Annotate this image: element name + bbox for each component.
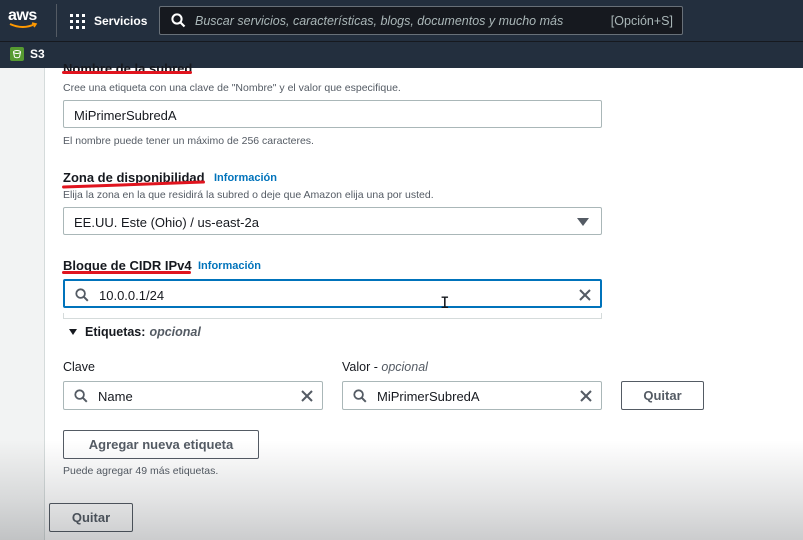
global-search-placeholder: Buscar servicios, características, blogs…: [195, 14, 564, 28]
global-search-input[interactable]: Buscar servicios, características, blogs…: [159, 6, 683, 35]
tag-value-input[interactable]: MiPrimerSubredA: [342, 381, 602, 410]
clear-icon[interactable]: [579, 389, 593, 408]
clear-icon[interactable]: [578, 288, 592, 307]
subnet-name-hint: El nombre puede tener un máximo de 256 c…: [63, 135, 314, 147]
subnet-name-input[interactable]: MiPrimerSubredA: [63, 100, 602, 128]
tag-value-column-label: Valor - opcional: [342, 360, 428, 374]
cidr-block-info-link[interactable]: Información: [198, 260, 261, 272]
favorite-s3[interactable]: S3: [10, 47, 45, 61]
autosuggest-dropdown: [63, 313, 602, 319]
cidr-block-value: 10.0.0.1/24: [99, 288, 165, 303]
tag-key-column-label: Clave: [63, 360, 95, 374]
subnet-name-description: Cree una etiqueta con una clave de "Nomb…: [63, 82, 401, 94]
annotation-underline: [62, 271, 191, 274]
services-grid-icon: [70, 13, 85, 29]
tags-expander-label: Etiquetas:: [85, 325, 146, 339]
create-subnet-panel: Nombre de la subred Cree una etiqueta co…: [44, 61, 803, 540]
aws-logo[interactable]: aws: [8, 8, 42, 34]
search-icon: [353, 389, 367, 408]
clear-icon[interactable]: [300, 389, 314, 408]
tags-expander[interactable]: Etiquetas: opcional: [69, 325, 201, 339]
search-icon: [75, 288, 89, 307]
availability-zone-selected: EE.UU. Este (Ohio) / us-east-2a: [74, 215, 259, 230]
services-label: Servicios: [94, 14, 148, 28]
tags-expander-optional: opcional: [149, 325, 201, 339]
tag-value-optional: opcional: [381, 360, 428, 374]
top-navigation: aws Servicios Buscar servicios, caracter…: [0, 0, 803, 41]
search-shortcut-hint: [Opción+S]: [610, 14, 673, 28]
availability-zone-description: Elija la zona en la que residirá la subr…: [63, 189, 434, 201]
availability-zone-select[interactable]: EE.UU. Este (Ohio) / us-east-2a: [63, 207, 602, 235]
availability-zone-info-link[interactable]: Información: [214, 172, 277, 184]
add-tag-button[interactable]: Agregar nueva etiqueta: [63, 430, 259, 459]
search-icon: [74, 389, 88, 408]
remove-subnet-button[interactable]: Quitar: [49, 503, 133, 532]
tag-key-value: Name: [98, 389, 133, 404]
aws-smile-icon: [9, 22, 38, 28]
nav-divider: [56, 4, 57, 37]
search-icon: [171, 13, 186, 33]
caret-down-icon: [577, 218, 589, 226]
subnet-name-value: MiPrimerSubredA: [74, 108, 177, 123]
annotation-underline: [62, 71, 192, 74]
s3-icon: [10, 47, 24, 61]
tag-value-label-text: Valor -: [342, 360, 382, 374]
tags-remaining-hint: Puede agregar 49 más etiquetas.: [63, 465, 219, 477]
remove-tag-button[interactable]: Quitar: [621, 381, 704, 410]
caret-down-icon: [69, 329, 77, 335]
favorite-s3-label: S3: [30, 47, 45, 61]
text-cursor-icon: I: [440, 293, 450, 312]
tag-value-value: MiPrimerSubredA: [377, 389, 480, 404]
services-menu-button[interactable]: Servicios: [70, 11, 147, 31]
tag-key-input[interactable]: Name: [63, 381, 323, 410]
cidr-block-input[interactable]: 10.0.0.1/24: [63, 279, 602, 308]
